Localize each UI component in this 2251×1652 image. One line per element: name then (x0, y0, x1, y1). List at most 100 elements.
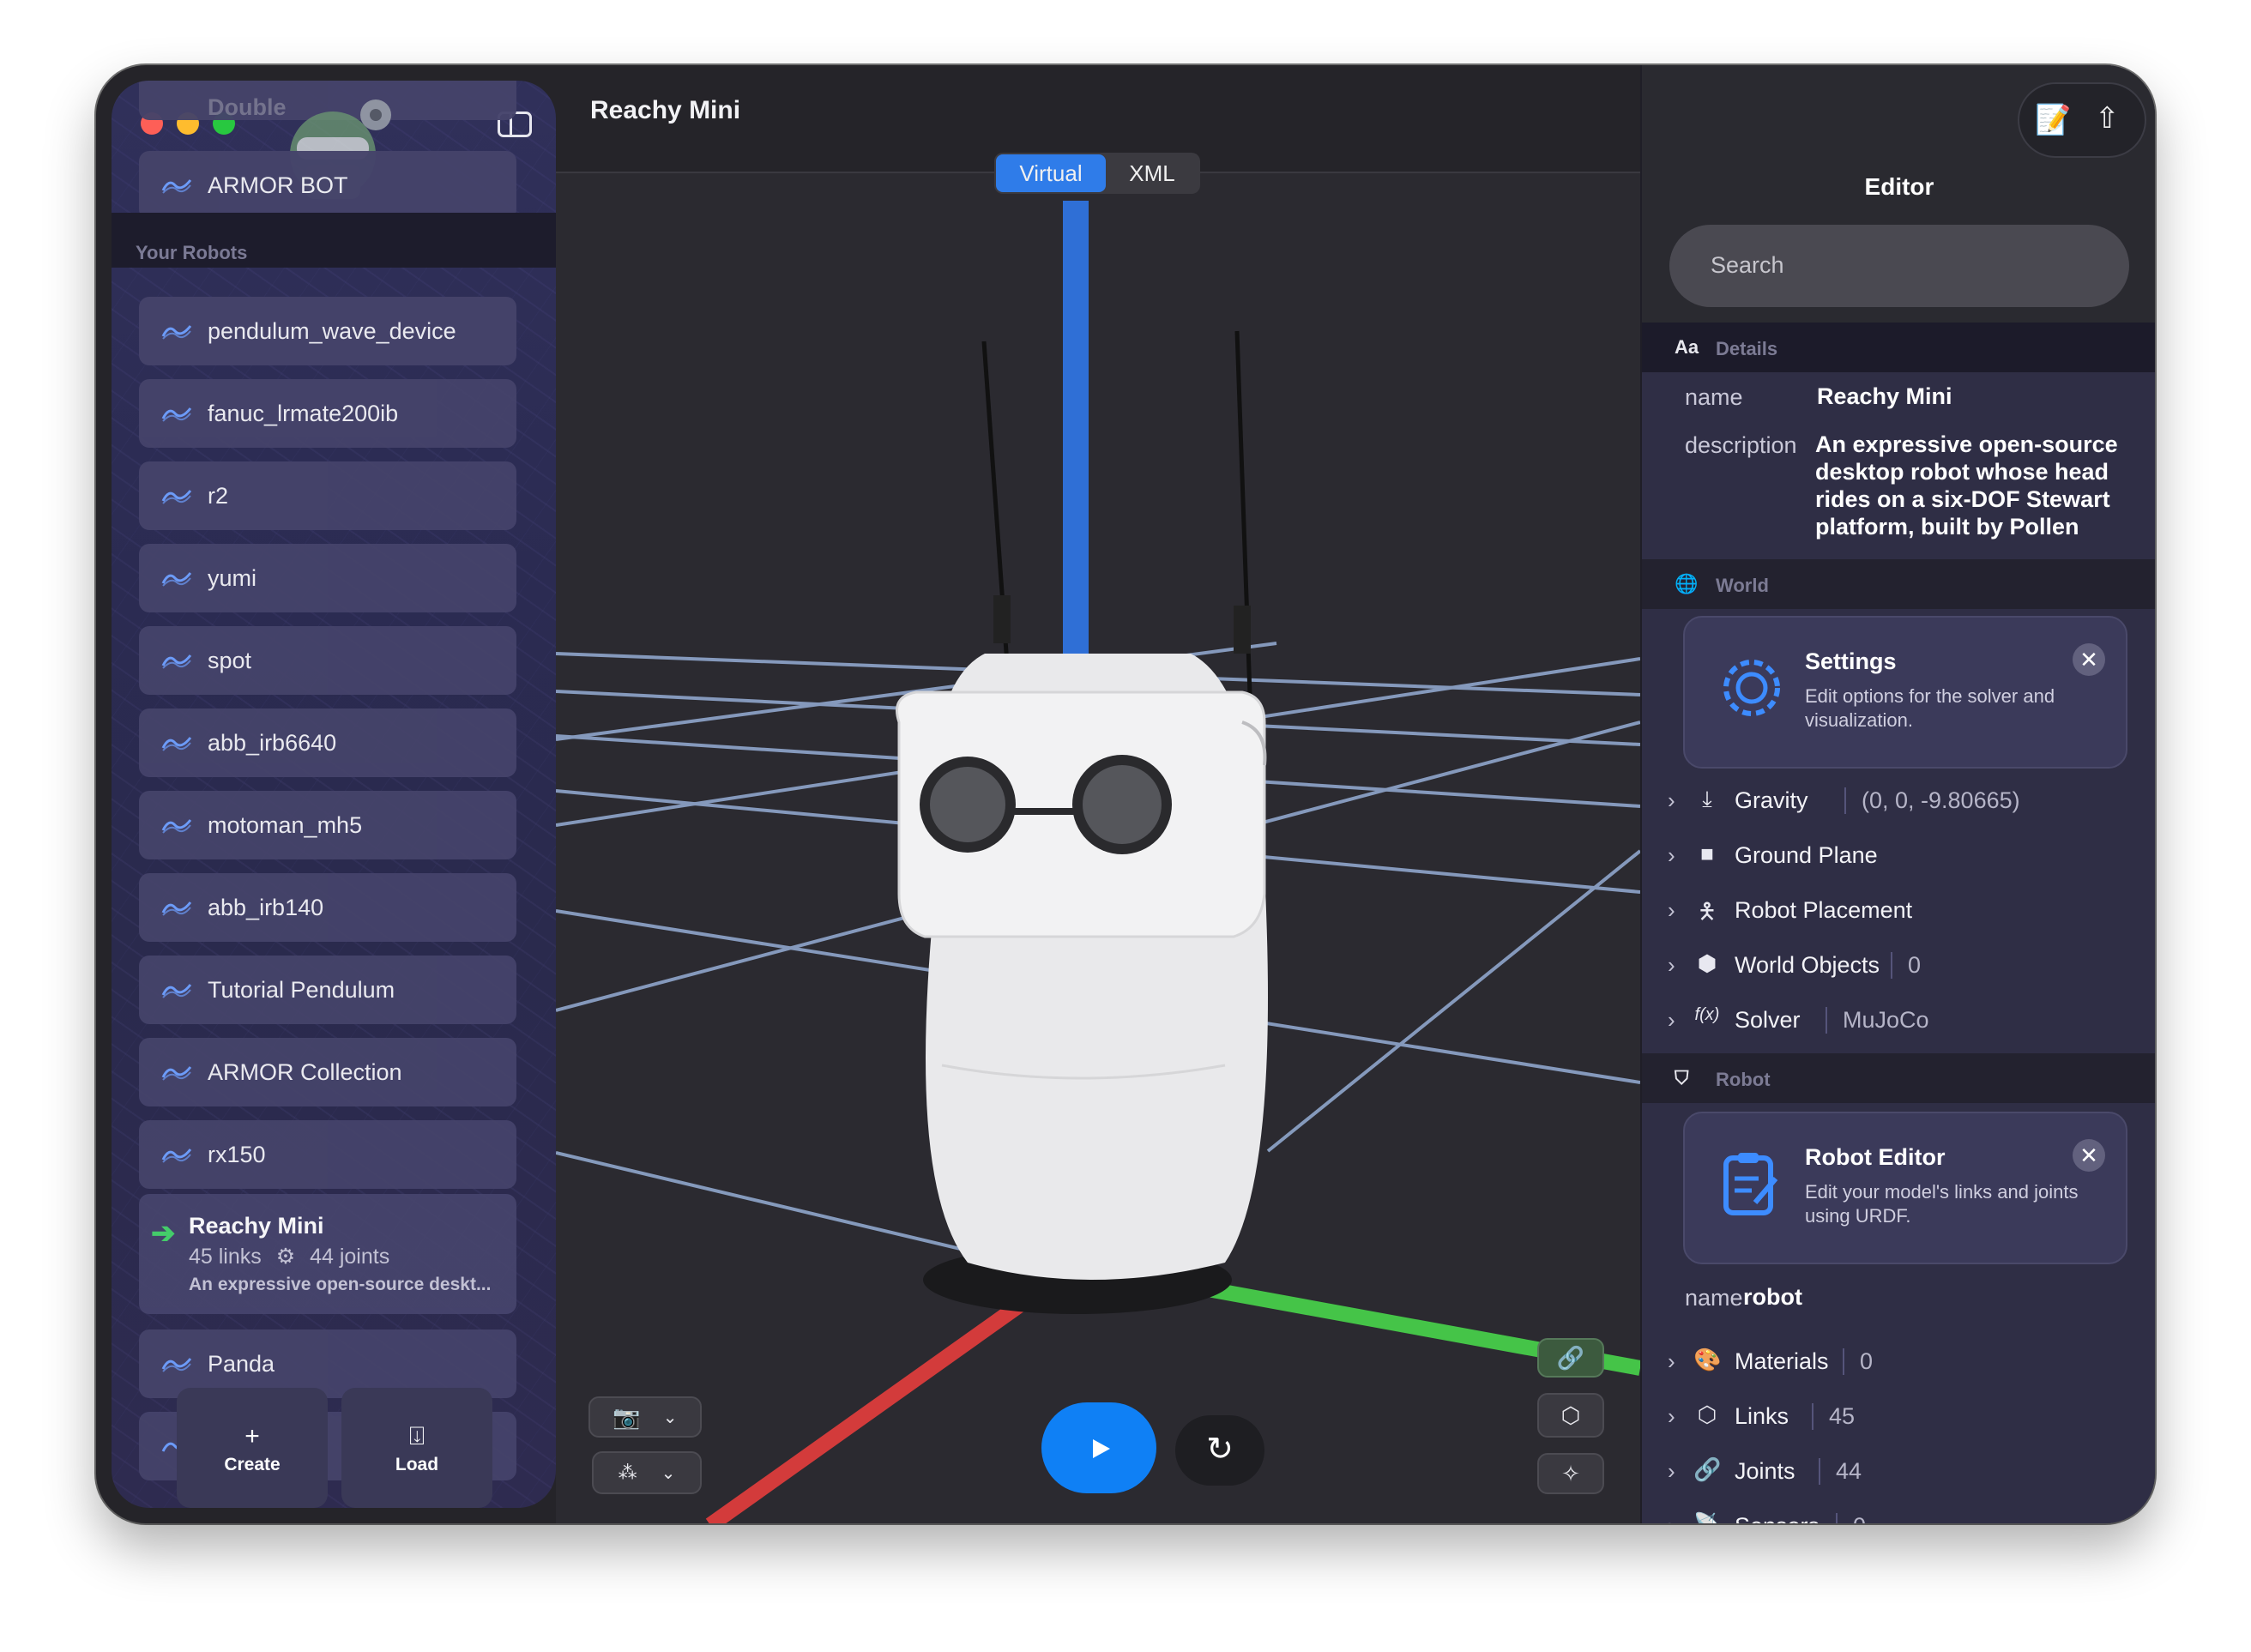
create-robot-button[interactable]: + Create (177, 1388, 328, 1508)
details-section-header: Aa Details (1642, 323, 2155, 372)
robot-list-item[interactable]: abb_irb140 (139, 873, 516, 942)
joints-row[interactable]: › 🔗 Joints 44 (1642, 1446, 2155, 1498)
your-robots-section-header: Your Robots (112, 213, 556, 268)
robot-list-item[interactable]: ARMOR Collection (139, 1038, 516, 1106)
sensors-value: 0 (1836, 1513, 1866, 1523)
load-robot-button[interactable]: ⍗ Load (341, 1388, 492, 1508)
joints-value: 44 (1819, 1458, 1862, 1485)
robot-scene[interactable] (555, 173, 1642, 1523)
robot-list-item-label: motoman_mh5 (208, 811, 363, 838)
editor-search-input[interactable]: Search (1669, 225, 2129, 307)
robot-placement-label: Robot Placement (1735, 897, 1913, 923)
sensor-icon: 📡 (1693, 1511, 1721, 1523)
robot-list-item-label: spot (208, 647, 252, 673)
robot-list-item-label: abb_irb6640 (208, 729, 337, 756)
robot-wave-icon (161, 325, 192, 340)
create-button-label: Create (224, 1455, 281, 1474)
robot-list-item-label: rx150 (208, 1141, 266, 1167)
ground-plane-row[interactable]: › ■ Ground Plane (1642, 830, 2155, 882)
robot-description-value[interactable]: An expressive open-source desktop robot … (1815, 431, 2133, 540)
robot-placement-row[interactable]: › 🯅 Robot Placement (1642, 885, 2155, 937)
app-window: Double ARMOR BOT Your Robots pendulum_wa… (96, 65, 2155, 1523)
xml-view-tab[interactable]: XML (1106, 154, 1198, 192)
robot-list-item[interactable]: spot (139, 626, 516, 695)
square-icon: ■ (1700, 841, 1714, 866)
link-icon: 🔗 (1556, 1344, 1585, 1371)
reset-icon: ↻ (1206, 1432, 1234, 1468)
palette-icon: 🎨 (1693, 1347, 1722, 1372)
gravity-label: Gravity (1735, 787, 1808, 813)
robot-list-item[interactable]: Tutorial Pendulum (139, 956, 516, 1024)
name-key: name (1685, 384, 1743, 410)
robot-list-item[interactable]: fanuc_lrmate200ib (139, 379, 516, 448)
settings-card-description: Edit options for the solver and visualiz… (1805, 685, 2055, 731)
chevron-right-icon: › (1668, 842, 1675, 868)
world-section-header: 🌐 World (1642, 559, 2155, 609)
robot-list-item-label: r2 (208, 482, 229, 509)
robot-wave-icon (161, 490, 192, 504)
world-objects-row[interactable]: › ⬢ World Objects 0 (1642, 940, 2155, 992)
virtual-view-tab[interactable]: Virtual (996, 154, 1106, 192)
robot-list-item[interactable]: r2 (139, 461, 516, 530)
close-icon[interactable]: ✕ (2073, 1139, 2105, 1172)
notes-icon[interactable]: 📝 (2035, 103, 2071, 137)
robot-list-item[interactable]: abb_irb6640 (139, 708, 516, 777)
reset-simulation-button[interactable]: ↻ (1175, 1415, 1264, 1486)
robot-editor-card[interactable]: Robot Editor Edit your model's links and… (1683, 1112, 2127, 1264)
robot-list-item[interactable]: motoman_mh5 (139, 791, 516, 859)
world-objects-value: 0 (1891, 952, 1921, 979)
links-row[interactable]: › ⬡ Links 45 (1642, 1391, 2155, 1443)
materials-row[interactable]: › 🎨 Materials 0 (1642, 1336, 2155, 1388)
text-format-icon: Aa (1675, 336, 1699, 358)
robot-name-key: name (1685, 1285, 1743, 1311)
robot-section-header: ⛉ Robot (1642, 1053, 2155, 1103)
robot-editor-card-description: Edit your model's links and joints using… (1805, 1181, 2079, 1227)
robot-list-item[interactable]: pendulum_wave_device (139, 297, 516, 365)
selected-robot-joints: 44 joints (310, 1245, 390, 1269)
close-icon[interactable]: ✕ (2073, 643, 2105, 676)
robot-list-item[interactable]: rx150 (139, 1120, 516, 1189)
robot-list-item-featured[interactable]: ARMOR BOT (139, 151, 516, 220)
load-button-label: Load (395, 1455, 439, 1474)
camera-menu-button[interactable]: 📷 ⌄ (588, 1396, 702, 1438)
robot-wave-icon (161, 1066, 192, 1081)
robot-list-item-selected[interactable]: ➔ Reachy Mini 45 links ⚙ 44 joints An ex… (139, 1194, 516, 1314)
sensors-row[interactable]: › 📡 Sensors 0 (1642, 1501, 2155, 1523)
selected-robot-description: An expressive open-source deskt... (189, 1275, 492, 1294)
robot-list-item-label: ARMOR Collection (208, 1058, 402, 1085)
x-axis (705, 1299, 1024, 1523)
settings-card[interactable]: Settings Edit options for the solver and… (1683, 616, 2127, 769)
chevron-down-icon: ⌄ (661, 1463, 676, 1483)
robot-list-item[interactable]: yumi (139, 544, 516, 612)
materials-label: Materials (1735, 1348, 1829, 1374)
play-simulation-button[interactable] (1041, 1402, 1156, 1493)
gravity-value: (0, 0, -9.80665) (1844, 787, 2020, 814)
display-options-menu-button[interactable]: ⁂ ⌄ (592, 1451, 702, 1494)
object-view-button[interactable]: ⬡ (1537, 1393, 1604, 1438)
chevron-right-icon: › (1668, 787, 1675, 813)
gravity-row[interactable]: › ⤓ Gravity (0, 0, -9.80665) (1642, 775, 2155, 827)
view-mode-toggle[interactable]: Virtual XML (994, 153, 1200, 194)
robot-wave-icon (161, 901, 192, 916)
link-toggle-button[interactable]: 🔗 (1537, 1338, 1604, 1378)
selected-robot-links: 45 links (189, 1245, 262, 1269)
robot-wave-icon (161, 1149, 192, 1163)
robot-wave-icon (161, 737, 192, 751)
robot-wave-icon (161, 1358, 192, 1372)
solver-label: Solver (1735, 1007, 1801, 1033)
link-icon: 🔗 (1693, 1456, 1722, 1482)
share-icon[interactable]: ⇧ (2095, 101, 2120, 136)
selected-robot-name: Reachy Mini (189, 1213, 324, 1239)
robot-name-value[interactable]: Reachy Mini (1817, 383, 1952, 410)
robot-wave-icon (161, 654, 192, 669)
solver-value: MuJoCo (1826, 1007, 1929, 1034)
robot-list-item-label: pendulum_wave_device (208, 317, 456, 344)
solver-row[interactable]: › f(x) Solver MuJoCo (1642, 995, 2155, 1046)
materials-value: 0 (1843, 1348, 1873, 1375)
magic-tool-button[interactable]: ✧ (1537, 1453, 1604, 1494)
robot-wave-icon (161, 984, 192, 998)
robot-wave-icon (161, 572, 192, 587)
3d-viewport[interactable] (555, 172, 1642, 1523)
robot-model-name-value[interactable]: robot (1743, 1283, 1802, 1311)
robot-section-label: Robot (1716, 1069, 1771, 1090)
